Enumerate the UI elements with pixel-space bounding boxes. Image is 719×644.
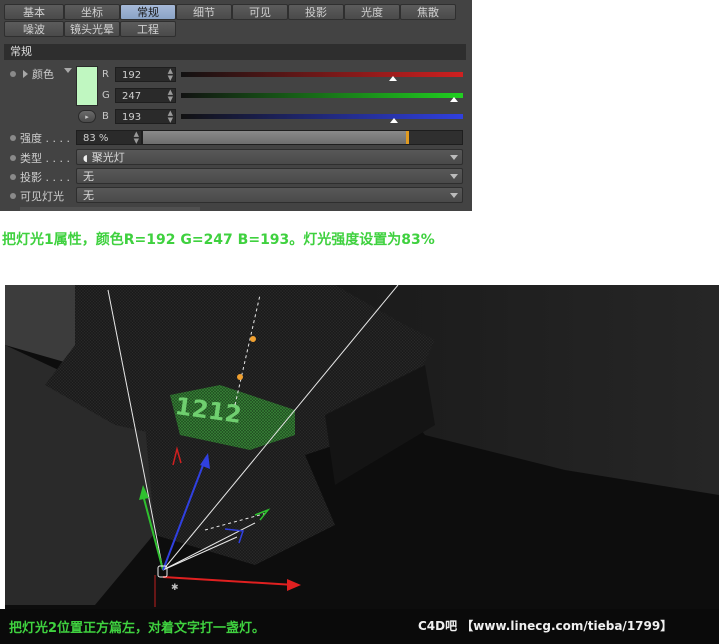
light-handle[interactable] — [250, 336, 256, 342]
type-label: 类型 . . . . — [20, 152, 70, 165]
visible-light-dropdown[interactable]: 无 — [76, 187, 463, 203]
cut-off-row — [20, 207, 200, 211]
channel-g-input[interactable]: 247 ▲ ▼ — [115, 88, 176, 103]
channel-r-label: R — [102, 69, 109, 80]
expand-arrow-icon[interactable] — [23, 70, 28, 78]
intensity-label: 强度 . . . . — [20, 132, 70, 145]
color-menu-arrow-icon[interactable] — [64, 68, 72, 73]
tab-basic[interactable]: 基本 — [4, 4, 64, 20]
3d-viewport[interactable]: 1212 ✱ — [5, 285, 719, 609]
type-dropdown[interactable]: ◖ 聚光灯 — [76, 149, 463, 165]
channel-b-input[interactable]: 193 ▲ ▼ — [115, 109, 176, 124]
tab-photometric[interactable]: 光度 — [344, 4, 400, 20]
animation-dot-icon[interactable] — [10, 155, 16, 161]
intensity-slider-marker[interactable] — [405, 131, 409, 144]
channel-b-slider-knob[interactable] — [390, 118, 399, 123]
channel-r-slider[interactable] — [181, 72, 463, 77]
color-swatch[interactable] — [76, 66, 98, 106]
chevron-down-icon — [450, 193, 458, 198]
caption-top: 把灯光1属性，颜色R=192 G=247 B=193。灯光强度设置为83% — [2, 232, 435, 248]
chevron-down-icon — [450, 155, 458, 160]
visible-light-label: 可见灯光 — [20, 190, 64, 203]
channel-b-label: B — [102, 111, 109, 122]
color-mode-button[interactable]: ▸ — [78, 110, 96, 123]
intensity-slider[interactable] — [142, 130, 463, 145]
intensity-input[interactable]: 83 % ▲ ▼ — [76, 130, 142, 145]
light-handle[interactable] — [237, 374, 243, 380]
channel-g-label: G — [102, 90, 110, 101]
tab-caustics[interactable]: 焦散 — [400, 4, 456, 20]
channel-r-slider-knob[interactable] — [389, 76, 398, 81]
chevron-down-icon — [450, 174, 458, 179]
tab-shadow[interactable]: 投影 — [288, 4, 344, 20]
tab-noise[interactable]: 噪波 — [4, 21, 64, 37]
channel-b-slider[interactable] — [181, 114, 463, 119]
tab-lens-flare[interactable]: 镜头光晕 — [64, 21, 120, 37]
animation-dot-icon[interactable] — [10, 174, 16, 180]
animation-dot-icon[interactable] — [10, 135, 16, 141]
channel-g-slider[interactable] — [181, 93, 463, 98]
tab-coordinates[interactable]: 坐标 — [64, 4, 120, 20]
shadow-label: 投影 . . . . — [20, 171, 70, 184]
color-label: 颜色 — [32, 68, 54, 81]
section-title: 常规 — [4, 44, 466, 60]
watermark: C4D吧 【www.linecg.com/tieba/1799】 — [418, 619, 673, 633]
tab-general[interactable]: 常规 — [120, 4, 176, 20]
spotlight-icon: ◖ — [83, 154, 88, 164]
animation-dot-icon[interactable] — [10, 193, 16, 199]
shadow-dropdown[interactable]: 无 — [76, 168, 463, 184]
channel-r-input[interactable]: 192 ▲ ▼ — [115, 67, 176, 82]
animation-dot-icon[interactable] — [10, 71, 16, 77]
caption-bottom: 把灯光2位置正方篇左，对着文字打一盏灯。 — [9, 621, 266, 636]
channel-g-slider-knob[interactable] — [450, 97, 459, 102]
tab-visibility[interactable]: 可见 — [232, 4, 288, 20]
tab-details[interactable]: 细节 — [176, 4, 232, 20]
tab-project[interactable]: 工程 — [120, 21, 176, 37]
attribute-panel: 基本 坐标 常规 细节 可见 投影 光度 焦散 噪波 镜头光晕 工程 常规 颜色… — [0, 0, 472, 211]
light-anchor-icon: ✱ — [171, 583, 179, 593]
intensity-slider-fill — [143, 131, 408, 144]
